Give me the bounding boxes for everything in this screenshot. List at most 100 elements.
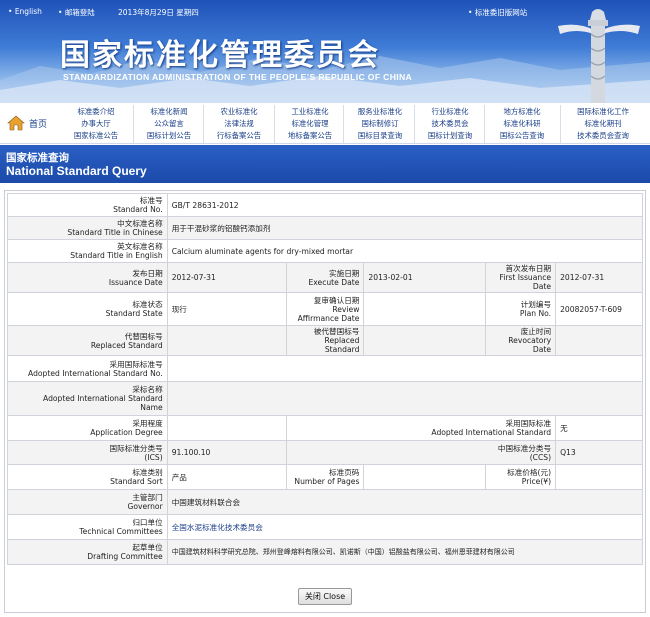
nav-link-1-3[interactable]: 标准化管理: [276, 118, 344, 130]
value-application-degree: [166, 415, 288, 441]
label-ccs: 中国标准分类号 (CCS): [286, 440, 557, 465]
site-title-cn: 国家标准化管理委员会: [60, 38, 380, 73]
value-drafting: 中国建筑材料科学研究总院、郑州登峰熔料有限公司、凯诺斯（中国）铝酸盐有限公司、福…: [166, 539, 644, 565]
label-title-en: 英文标准名称 Standard Title in English: [7, 239, 168, 263]
main-nav: 首页 标准委介绍 标准化新闻 农业标准化 工业标准化 服务业标准化 行业标准化 地方标准化国…: [0, 103, 650, 144]
page: • English • 邮箱登陆 2013年8月29日 星期四 • 标准委旧版网…: [0, 0, 650, 617]
nav-link-1-0[interactable]: 办事大厅: [62, 118, 130, 130]
section-header: 国家标准查询 National Standard Query: [0, 145, 650, 183]
nav-link-1-7[interactable]: 标准化期刊: [562, 118, 644, 130]
row-state: 标准状态 Standard State 现行 复审确认日期 Review Affir…: [7, 292, 643, 326]
nav-link-1-5[interactable]: 技术委员会: [416, 118, 484, 130]
label-standard-no: 标准号 Standard No.: [7, 193, 168, 217]
nav-link-2-2[interactable]: 行标备案公告: [205, 130, 273, 142]
value-standard-state: 现行: [166, 292, 288, 326]
row-title-cn: 中文标准名称 Standard Title in Chinese 用于干混砂浆的铝…: [7, 216, 644, 240]
label-plan-no: 计划编号 Plan No.: [485, 292, 557, 326]
label-replaced-by: 被代替国标号 Replaced Standard: [286, 325, 365, 356]
close-button[interactable]: 关闭 Close: [297, 588, 353, 605]
nav-link-0-7[interactable]: 国际标准化工作: [562, 106, 644, 118]
date-text: 2013年8月29日 星期四: [118, 8, 199, 17]
nav-link-0-0[interactable]: 标准委介绍: [62, 106, 130, 118]
value-committee-link[interactable]: 全国水泥标准化技术委员会: [166, 514, 644, 540]
old-site-link[interactable]: • 标准委旧版网站: [468, 7, 527, 18]
label-pages: 标准页码 Number of Pages: [286, 464, 365, 490]
nav-link-2-5[interactable]: 国标计划查询: [416, 130, 484, 142]
value-pages: [363, 464, 487, 490]
nav-divider: [203, 105, 204, 143]
nav-link-2-0[interactable]: 国家标准公告: [62, 130, 130, 142]
value-adopted-std: 无: [555, 415, 643, 441]
label-adopted-std: 采用国际标准 Adopted International Standard: [286, 415, 557, 441]
nav-link-0-1[interactable]: 标准化新闻: [135, 106, 203, 118]
nav-link-2-3[interactable]: 地标备案公告: [276, 130, 344, 142]
value-first-issuance: 2012-07-31: [555, 262, 643, 293]
row-sort: 标准类别 Standard Sort 产品 标准页码 Number of Pages…: [7, 464, 643, 490]
label-standard-state: 标准状态 Standard State: [7, 292, 168, 326]
nav-link-1-4[interactable]: 国标制修订: [345, 118, 415, 130]
nav-link-2-1[interactable]: 国标计划公告: [135, 130, 203, 142]
nav-divider: [560, 105, 561, 143]
row-standard-no: 标准号 Standard No. GB/T 28631-2012: [7, 193, 644, 217]
label-title-cn: 中文标准名称 Standard Title in Chinese: [7, 216, 168, 240]
label-application-degree: 采用程度 Application Degree: [7, 415, 168, 441]
label-adopted-name: 采标名称 Adopted International Standard Name: [7, 381, 168, 416]
standard-detail-panel: 标准号 Standard No. GB/T 28631-2012 中文标准名称 St…: [4, 190, 646, 613]
value-replaced-by: [363, 325, 487, 356]
row-degree: 采用程度 Application Degree 采用国际标准 Adopted Int…: [7, 415, 643, 441]
label-revocatory: 废止时间 Revocatory Date: [485, 325, 557, 356]
standard-detail-table: 标准号 Standard No. GB/T 28631-2012 中文标准名称 St…: [7, 193, 644, 565]
value-governor: 中国建筑材料联合会: [166, 489, 644, 515]
label-review-date: 复审确认日期 Review Affirmance Date: [286, 292, 365, 326]
section-title-en: National Standard Query: [6, 164, 147, 178]
nav-divider: [343, 105, 344, 143]
nav-link-1-6[interactable]: 标准化科研: [486, 118, 558, 130]
value-standard-no: GB/T 28631-2012: [166, 193, 644, 217]
nav-link-0-2[interactable]: 农业标准化: [205, 106, 273, 118]
label-standard-sort: 标准类别 Standard Sort: [7, 464, 168, 490]
label-execute-date: 实施日期 Execute Date: [286, 262, 364, 293]
row-classification: 国际标准分类号 (ICS) 91.100.10 中国标准分类号 (CCS) Q13: [7, 440, 643, 465]
nav-divider: [484, 105, 485, 143]
label-price: 标准价格(元) Price(¥): [485, 464, 557, 490]
nav-link-2-6[interactable]: 国标公告查询: [486, 130, 558, 142]
button-row: 关闭 Close: [5, 584, 645, 605]
nav-link-0-4[interactable]: 服务业标准化: [345, 106, 415, 118]
value-execute-date: 2013-02-01: [363, 262, 487, 293]
nav-link-1-2[interactable]: 法律法规: [205, 118, 273, 130]
nav-link-0-5[interactable]: 行业标准化: [416, 106, 484, 118]
value-review-date: [363, 292, 487, 326]
value-price: [555, 464, 643, 490]
value-adopted-no: [166, 355, 644, 382]
huabiao-pillar-icon: [558, 9, 640, 103]
row-title-en: 英文标准名称 Standard Title in English Calcium …: [7, 239, 644, 263]
label-first-issuance: 首次发布日期 First Issuance Date: [485, 262, 557, 293]
nav-link-0-3[interactable]: 工业标准化: [276, 106, 344, 118]
row-adopted-name: 采标名称 Adopted International Standard Name: [7, 381, 644, 416]
nav-link-2-7[interactable]: 技术委员会查询: [562, 130, 644, 142]
nav-divider: [133, 105, 134, 143]
label-replaced: 代替国标号 Replaced Standard: [7, 325, 168, 356]
home-link[interactable]: 首页: [7, 115, 57, 131]
nav-divider: [274, 105, 275, 143]
label-issuance-date: 发布日期 Issuance Date: [7, 262, 168, 293]
value-revocatory: [555, 325, 643, 356]
value-ics: 91.100.10: [166, 440, 288, 465]
value-plan-no: 20082057-T-609: [555, 292, 643, 326]
nav-link-2-4[interactable]: 国标目录查询: [345, 130, 415, 142]
label-ics: 国际标准分类号 (ICS): [7, 440, 168, 465]
row-governor: 主管部门 Governor 中国建筑材料联合会: [7, 489, 644, 515]
english-link[interactable]: • English: [8, 7, 42, 16]
nav-link-0-6[interactable]: 地方标准化: [486, 106, 558, 118]
value-issuance-date: 2012-07-31: [166, 262, 288, 293]
value-ccs: Q13: [555, 440, 643, 465]
nav-divider: [414, 105, 415, 143]
row-adopted-no: 采用国际标准号 Adopted International Standard No…: [7, 355, 644, 382]
home-icon: [7, 115, 25, 131]
mail-login-link[interactable]: • 邮箱登陆: [58, 7, 95, 18]
nav-link-1-1[interactable]: 公众留言: [135, 118, 203, 130]
label-adopted-no: 采用国际标准号 Adopted International Standard No…: [7, 355, 168, 382]
label-governor: 主管部门 Governor: [7, 489, 168, 515]
row-replaced: 代替国标号 Replaced Standard 被代替国标号 Replaced St…: [7, 325, 643, 356]
site-title-en: STANDARDIZATION ADMINISTRATION OF THE PE…: [63, 72, 413, 82]
